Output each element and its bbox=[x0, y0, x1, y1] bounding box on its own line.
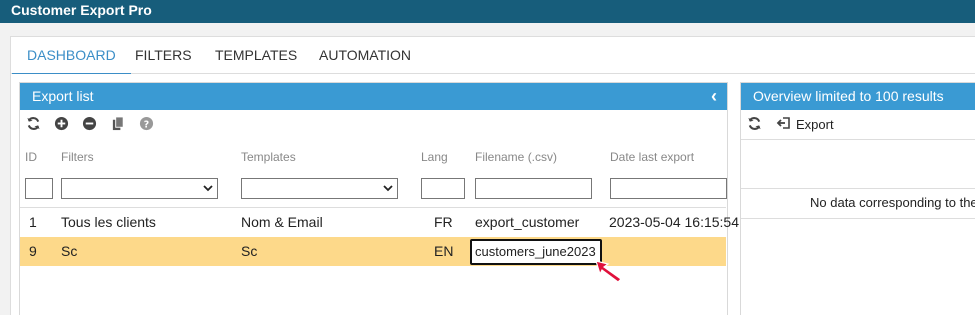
svg-text:?: ? bbox=[144, 119, 149, 130]
collapse-icon[interactable]: ‹ bbox=[711, 83, 717, 109]
filter-date-input[interactable] bbox=[610, 178, 727, 199]
cell-template: Sc bbox=[241, 243, 258, 259]
cell-id: 1 bbox=[29, 214, 37, 230]
overview-toolbar: Export bbox=[741, 110, 975, 138]
divider bbox=[741, 188, 975, 189]
refresh-icon[interactable] bbox=[747, 116, 762, 131]
cell-filter: Tous les clients bbox=[61, 214, 156, 230]
filter-filename-input[interactable] bbox=[475, 178, 592, 199]
export-list-toolbar: ? bbox=[20, 110, 727, 138]
tab-filters[interactable]: FILTERS bbox=[120, 37, 207, 75]
main-tabs: DASHBOARD FILTERS TEMPLATES AUTOMATION bbox=[10, 36, 975, 75]
empty-state-text: No data corresponding to the bbox=[810, 195, 975, 210]
chevron-down-icon bbox=[203, 181, 213, 198]
table-row[interactable]: 1 Tous les clients Nom & Email FR export… bbox=[20, 208, 739, 237]
tab-automation[interactable]: AUTOMATION bbox=[304, 37, 426, 75]
column-header-lang[interactable]: Lang bbox=[421, 150, 448, 164]
filter-id-input[interactable] bbox=[25, 178, 53, 199]
remove-icon[interactable] bbox=[82, 116, 97, 131]
column-header-templates[interactable]: Templates bbox=[241, 150, 296, 164]
overview-panel: Overview limited to 100 results Export N… bbox=[740, 82, 975, 315]
cell-filter: Sc bbox=[61, 243, 78, 259]
help-icon[interactable]: ? bbox=[139, 116, 154, 131]
export-list-title: Export list bbox=[32, 88, 94, 104]
divider bbox=[741, 218, 975, 219]
filename-edit-input[interactable]: customers_june2023 bbox=[470, 239, 602, 265]
duplicate-icon[interactable] bbox=[111, 116, 126, 131]
app-title: Customer Export Pro bbox=[0, 0, 975, 23]
refresh-icon[interactable] bbox=[26, 116, 41, 131]
export-button[interactable]: Export bbox=[776, 116, 834, 133]
export-list-header: Export list ‹ bbox=[20, 83, 727, 110]
cell-template: Nom & Email bbox=[241, 214, 323, 230]
tab-dashboard[interactable]: DASHBOARD bbox=[12, 37, 131, 75]
column-header-date[interactable]: Date last export bbox=[610, 150, 694, 164]
tab-templates[interactable]: TEMPLATES bbox=[200, 37, 312, 75]
overview-title: Overview limited to 100 results bbox=[753, 88, 944, 104]
cell-lang: EN bbox=[434, 243, 454, 259]
dashboard-content: Export list ‹ ? ID Filters Templates Lan… bbox=[10, 74, 975, 315]
chevron-down-icon bbox=[383, 181, 393, 198]
sign-out-icon bbox=[776, 116, 791, 133]
add-icon[interactable] bbox=[54, 116, 69, 131]
mouse-cursor-icon bbox=[594, 259, 624, 283]
filter-lang-input[interactable] bbox=[421, 178, 465, 199]
cell-date: 2023-05-04 16:15:54 bbox=[609, 214, 739, 230]
export-label: Export bbox=[796, 117, 834, 132]
cell-filename: export_customer bbox=[475, 214, 580, 230]
cell-id: 9 bbox=[29, 243, 37, 259]
filter-templates-select[interactable] bbox=[241, 178, 398, 199]
cell-lang: FR bbox=[434, 214, 453, 230]
column-header-id[interactable]: ID bbox=[25, 150, 37, 164]
column-header-filters[interactable]: Filters bbox=[61, 150, 94, 164]
overview-header: Overview limited to 100 results bbox=[741, 83, 975, 110]
filter-filters-select[interactable] bbox=[61, 178, 218, 199]
column-header-filename[interactable]: Filename (.csv) bbox=[475, 150, 557, 164]
divider bbox=[741, 139, 975, 140]
